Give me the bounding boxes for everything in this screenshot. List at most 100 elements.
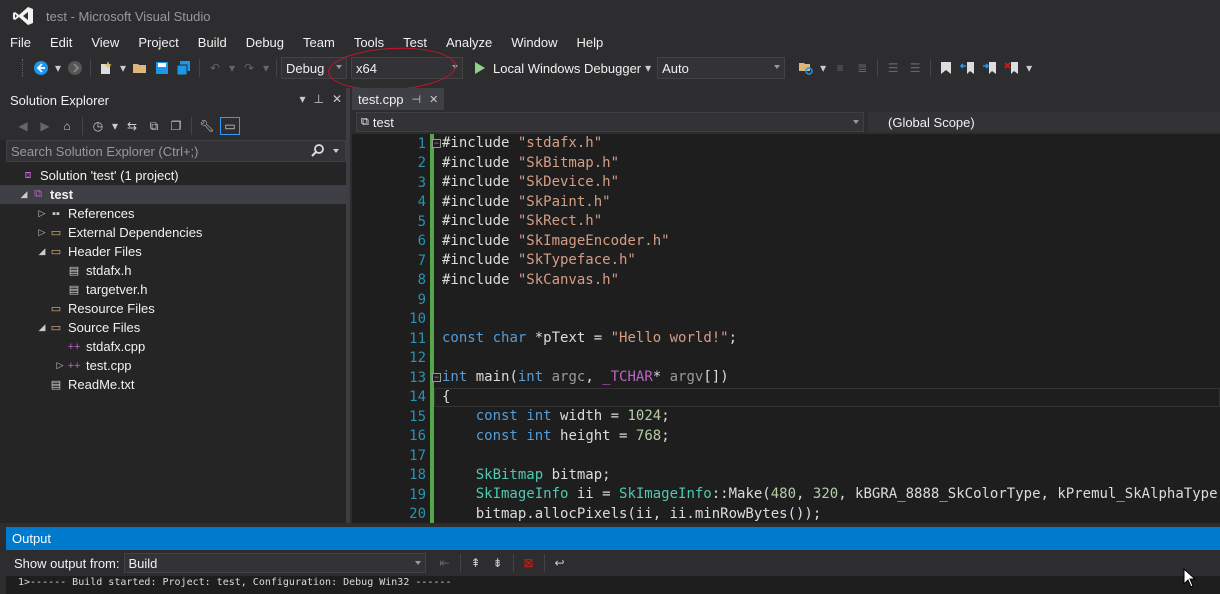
find-in-files-icon[interactable] <box>797 59 815 77</box>
tree-item[interactable]: ◢ ▭ Header Files <box>0 242 350 261</box>
tree-item[interactable]: ⧈ Solution 'test' (1 project) <box>0 166 350 185</box>
save-all-icon[interactable] <box>175 59 193 77</box>
menu-edit[interactable]: Edit <box>40 35 81 50</box>
tree-item[interactable]: ▷ ++ test.cpp <box>0 356 350 375</box>
expanded-arrow-icon[interactable]: ◢ <box>36 322 48 334</box>
go-to-next-message-icon[interactable]: ⇟ <box>489 554 507 572</box>
code-line[interactable]: #include "SkTypeface.h" <box>442 251 1220 271</box>
comment-out-icon[interactable]: ≡ <box>831 59 849 77</box>
tree-item[interactable]: ◢ ⧉ test <box>0 185 350 204</box>
properties-icon[interactable]: 🔧︎ <box>198 117 216 135</box>
solution-platform-dropdown[interactable]: x64 <box>351 57 463 79</box>
filter-dropdown-icon[interactable]: ▾ <box>111 117 119 135</box>
code-line[interactable]: #include "SkBitmap.h" <box>442 154 1220 174</box>
code-line[interactable]: #include "stdafx.h" <box>442 134 1220 154</box>
back-dropdown-icon[interactable]: ▾ <box>54 59 62 77</box>
menu-view[interactable]: View <box>81 35 128 50</box>
menu-analyze[interactable]: Analyze <box>436 35 501 50</box>
clear-all-icon[interactable]: ⊠ <box>520 554 538 572</box>
solution-configuration-dropdown[interactable]: Debug <box>281 57 347 79</box>
tree-item[interactable]: ▭ Resource Files <box>0 299 350 318</box>
increase-indent-icon[interactable]: ☰ <box>906 59 924 77</box>
collapse-includes-icon[interactable]: − <box>432 139 441 148</box>
code-line[interactable]: #include "SkPaint.h" <box>442 193 1220 213</box>
search-options-dropdown-icon[interactable] <box>333 149 339 153</box>
undo-icon[interactable]: ↶ <box>206 59 224 77</box>
next-bookmark-icon[interactable] <box>981 59 999 77</box>
forward-icon[interactable] <box>66 59 84 77</box>
clear-bookmarks-icon[interactable] <box>1003 59 1021 77</box>
start-debugger-button[interactable]: Local Windows Debugger <box>493 61 641 76</box>
save-icon[interactable] <box>153 59 171 77</box>
se-back-icon[interactable]: ◀ <box>14 117 32 135</box>
tree-item[interactable]: ▤ targetver.h <box>0 280 350 299</box>
menu-tools[interactable]: Tools <box>344 35 393 50</box>
code-line[interactable] <box>442 446 1220 466</box>
tree-item[interactable]: ▤ ReadMe.txt <box>0 375 350 394</box>
search-icon[interactable] <box>311 143 325 160</box>
code-line[interactable]: const int width = 1024; <box>442 407 1220 427</box>
code-text-area[interactable]: #include "stdafx.h" #include "SkBitmap.h"… <box>442 134 1220 523</box>
code-line[interactable]: #include "SkRect.h" <box>442 212 1220 232</box>
bookmark-icon[interactable] <box>937 59 955 77</box>
code-line[interactable]: SkImageInfo ii = SkImageInfo::Make(480, … <box>442 485 1220 505</box>
open-file-icon[interactable] <box>131 59 149 77</box>
home-icon[interactable]: ⌂ <box>58 117 76 135</box>
code-line[interactable] <box>442 349 1220 369</box>
close-icon[interactable]: ✕ <box>332 92 342 106</box>
code-line[interactable]: #include "SkImageEncoder.h" <box>442 232 1220 252</box>
menu-window[interactable]: Window <box>501 35 566 50</box>
start-debugging-icon[interactable] <box>471 59 489 77</box>
close-tab-icon[interactable]: ✕ <box>429 93 438 106</box>
tree-item[interactable]: ▷ ▭ External Dependencies <box>0 223 350 242</box>
back-icon[interactable] <box>32 59 50 77</box>
toggle-word-wrap-icon[interactable]: ↩ <box>551 554 569 572</box>
previous-bookmark-icon[interactable] <box>959 59 977 77</box>
menu-build[interactable]: Build <box>188 35 236 50</box>
pending-changes-filter-icon[interactable]: ◷ <box>89 117 107 135</box>
code-line[interactable]: #include "SkDevice.h" <box>442 173 1220 193</box>
collapse-all-icon[interactable]: ⧉ <box>145 117 163 135</box>
code-line[interactable]: const int height = 768; <box>442 427 1220 447</box>
menu-help[interactable]: Help <box>567 35 613 50</box>
tree-item[interactable]: ◢ ▭ Source Files <box>0 318 350 337</box>
new-dropdown-icon[interactable]: ▾ <box>119 59 127 77</box>
panel-splitter[interactable] <box>346 88 350 523</box>
go-to-previous-message-icon[interactable]: ⇞ <box>467 554 485 572</box>
new-project-icon[interactable] <box>97 59 115 77</box>
debugger-mode-dropdown[interactable]: Auto <box>657 57 786 79</box>
code-editor[interactable]: 1 2 3 4 5 6 7 8 9 10 11 12 13 14 15 16 17 18 19 20 − − #inc… <box>352 134 1220 523</box>
decrease-indent-icon[interactable]: ☰ <box>884 59 902 77</box>
menu-project[interactable]: Project <box>128 35 187 50</box>
menu-test[interactable]: Test <box>393 35 436 50</box>
redo-icon[interactable]: ↷ <box>240 59 258 77</box>
code-line[interactable] <box>442 310 1220 330</box>
expanded-arrow-icon[interactable]: ◢ <box>36 246 48 258</box>
tab-test-cpp[interactable]: test.cpp ⊣ ✕ <box>352 88 445 110</box>
output-source-dropdown[interactable]: Build <box>123 553 426 573</box>
pin-icon[interactable]: ⊥ <box>313 92 323 106</box>
collapsed-arrow-icon[interactable]: ▷ <box>36 227 48 239</box>
toolbar-grip[interactable] <box>22 59 26 77</box>
se-forward-icon[interactable]: ▶ <box>36 117 54 135</box>
toolbar-overflow-icon[interactable]: ▾ <box>1025 59 1033 77</box>
pin-tab-icon[interactable]: ⊣ <box>412 93 422 106</box>
code-line[interactable]: int main(int argc, _TCHAR* argv[]) <box>442 368 1220 388</box>
find-message-in-code-icon[interactable]: ⇤ <box>436 554 454 572</box>
tree-item[interactable]: ++ stdafx.cpp <box>0 337 350 356</box>
window-position-dropdown-icon[interactable]: ▾ <box>299 92 305 106</box>
expanded-arrow-icon[interactable]: ◢ <box>18 189 30 201</box>
global-scope-dropdown[interactable]: (Global Scope) <box>868 112 1220 132</box>
code-line[interactable]: #include "SkCanvas.h" <box>442 271 1220 291</box>
tree-item[interactable]: ▷ ▪▪ References <box>0 204 350 223</box>
collapsed-arrow-icon[interactable]: ▷ <box>54 360 66 372</box>
show-all-files-icon[interactable]: ❐ <box>167 117 185 135</box>
code-line[interactable]: const char *pText = "Hello world!"; <box>442 329 1220 349</box>
code-line[interactable]: bitmap.allocPixels(ii, ii.minRowBytes())… <box>442 505 1220 524</box>
menu-team[interactable]: Team <box>293 35 344 50</box>
debugger-dropdown-icon[interactable]: ▾ <box>643 59 653 77</box>
output-text[interactable]: 1>------ Build started: Project: test, C… <box>6 576 1220 594</box>
solution-explorer-search-input[interactable]: Search Solution Explorer (Ctrl+;) <box>6 140 346 162</box>
menu-file[interactable]: File <box>0 35 40 50</box>
sync-with-document-icon[interactable]: ⇆ <box>123 117 141 135</box>
